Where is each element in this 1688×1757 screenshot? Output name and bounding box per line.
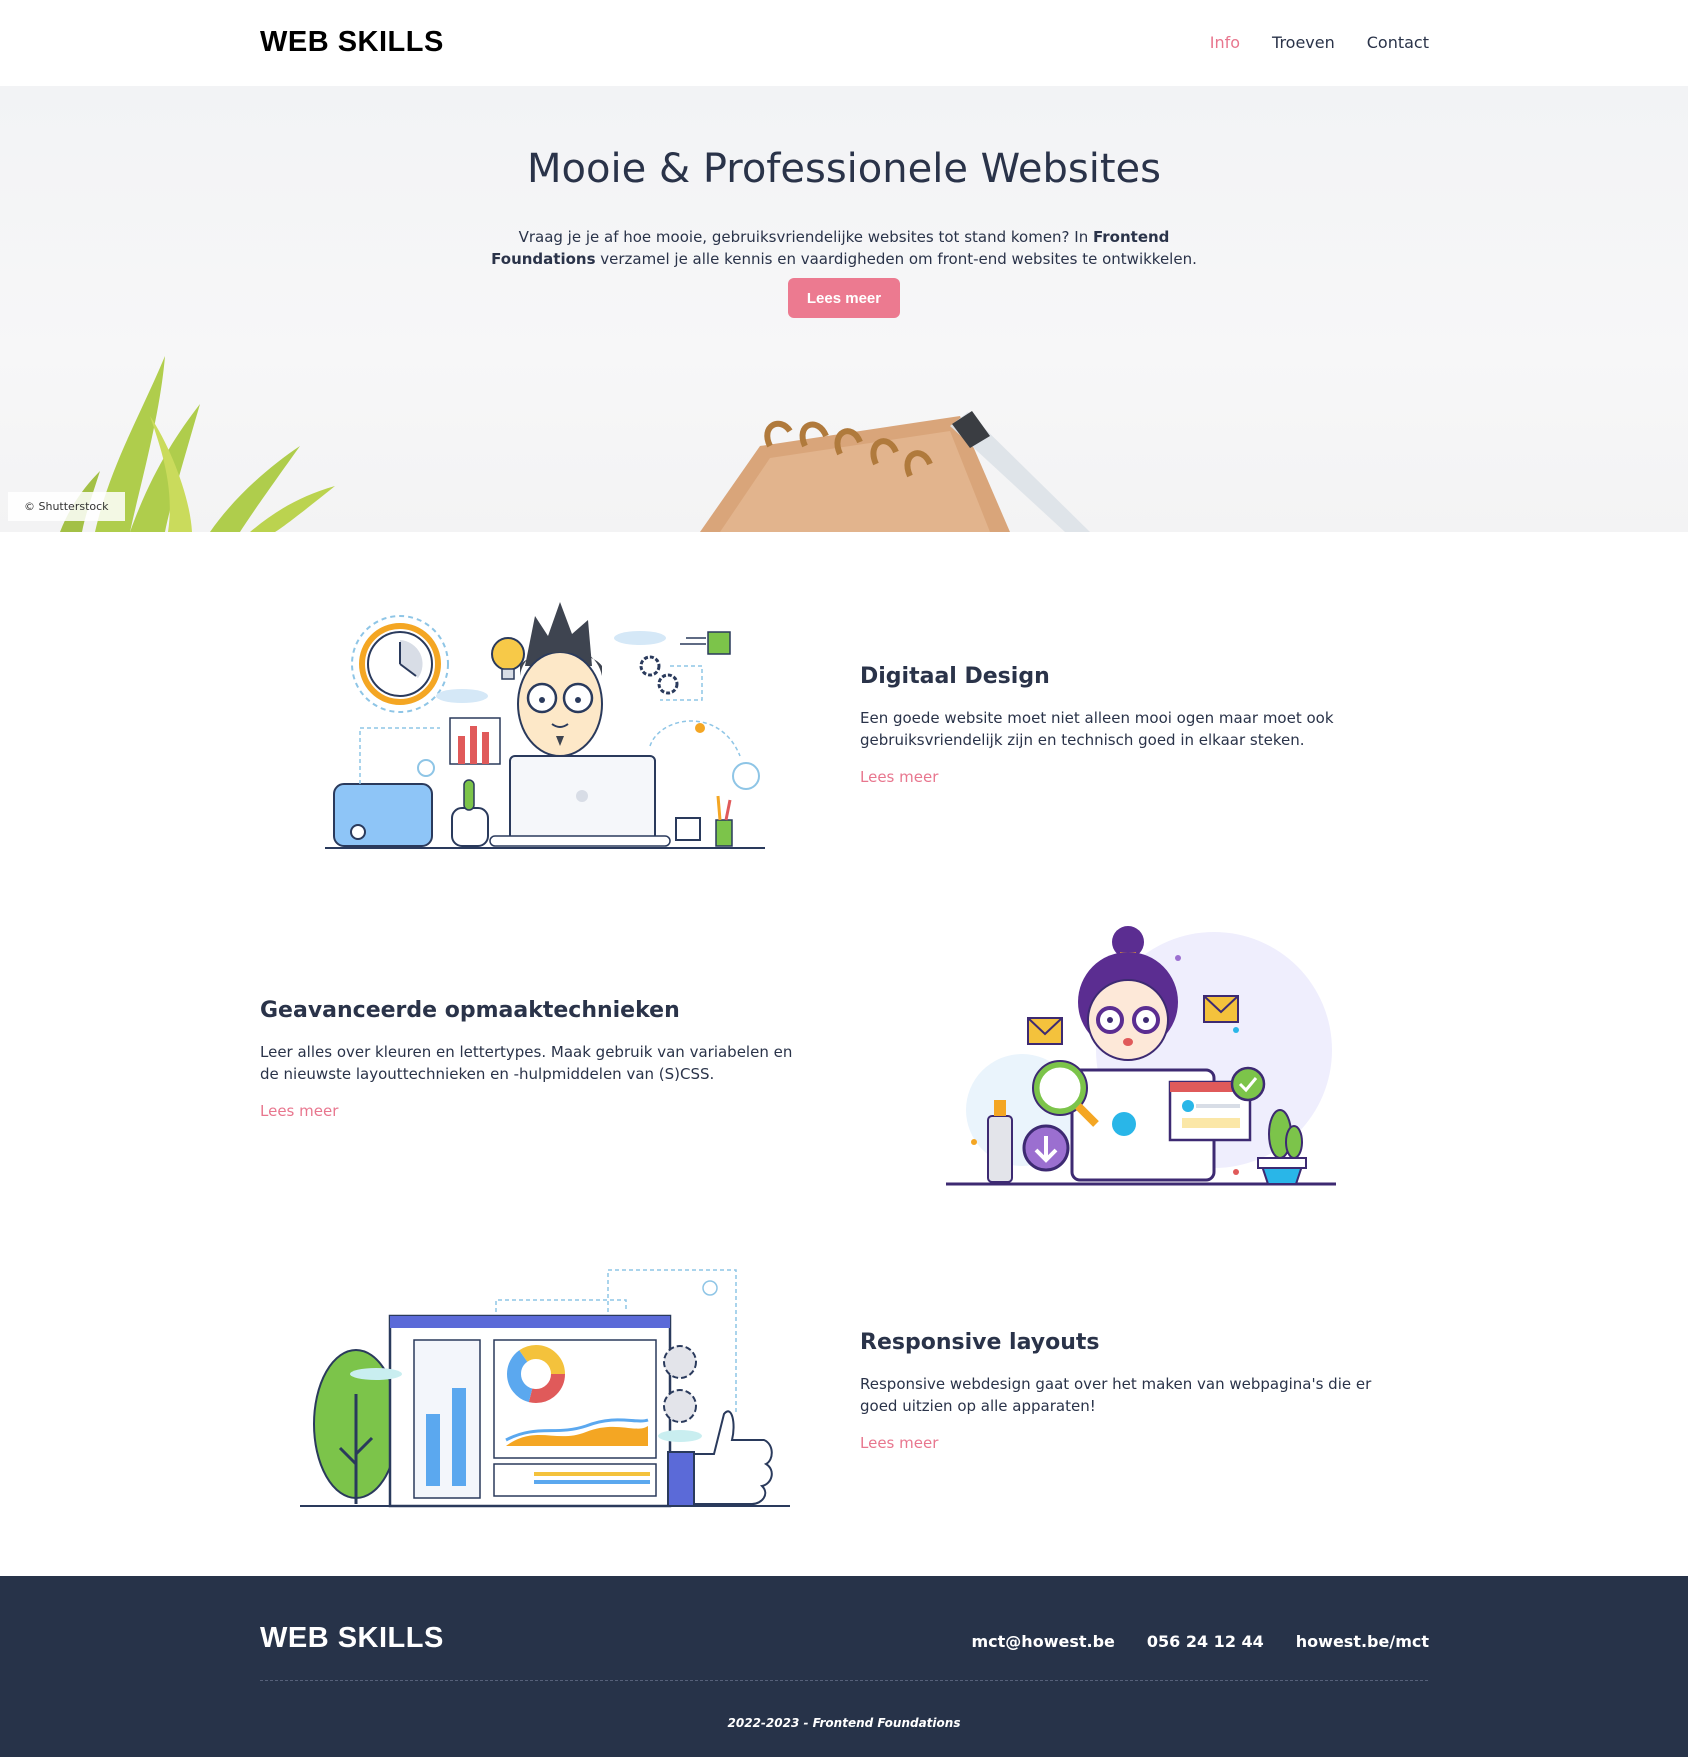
man-at-laptop-illustration — [325, 602, 765, 849]
footer-phone-link[interactable]: 056 24 12 44 — [1147, 1632, 1264, 1651]
feature-responsive-layouts: Responsive layouts Responsive webdesign … — [0, 1230, 1688, 1530]
feature-digitaal-design: Digitaal Design Een goede website moet n… — [0, 560, 1688, 860]
footer-email-link[interactable]: mct@howest.be — [972, 1632, 1115, 1651]
feature-read-more-link[interactable]: Lees meer — [860, 768, 938, 786]
site-header: WEB SKILLS Info Troeven Contact — [0, 0, 1688, 86]
hero-intro-text-1: Vraag je je af hoe mooie, gebruiksvriend… — [518, 228, 1093, 246]
feature-read-more-link[interactable]: Lees meer — [860, 1434, 938, 1452]
feature-text: Een goede website moet niet alleen mooi … — [860, 709, 1334, 749]
site-footer: WEB SKILLS mct@howest.be 056 24 12 44 ho… — [0, 1576, 1688, 1757]
feature-title: Responsive layouts — [860, 1330, 1100, 1355]
dashboard-thumbs-up-illustration — [300, 1269, 790, 1508]
woman-at-laptop-illustration — [946, 926, 1336, 1186]
nav-item-troeven[interactable]: Troeven — [1272, 33, 1335, 52]
hero-title: Mooie & Professionele Websites — [527, 146, 1161, 192]
footer-logo[interactable]: WEB SKILLS — [260, 1622, 444, 1655]
feature-copy: Geavanceerde opmaaktechnieken Leer alles… — [260, 998, 800, 1120]
hero-cta-button[interactable]: Lees meer — [788, 278, 900, 318]
footer-website-link[interactable]: howest.be/mct — [1296, 1632, 1429, 1651]
photo-credit: © Shutterstock — [8, 492, 125, 521]
nav-item-contact[interactable]: Contact — [1367, 33, 1429, 52]
feature-copy: Digitaal Design Een goede website moet n… — [860, 664, 1400, 786]
footer-copyright: 2022-2023 - Frontend Foundations — [727, 1716, 961, 1730]
feature-copy: Responsive layouts Responsive webdesign … — [860, 1330, 1400, 1452]
feature-title: Geavanceerde opmaaktechnieken — [260, 998, 680, 1023]
feature-title: Digitaal Design — [860, 664, 1050, 689]
footer-contacts: mct@howest.be 056 24 12 44 howest.be/mct — [972, 1632, 1430, 1651]
feature-text: Leer alles over kleuren en lettertypes. … — [260, 1043, 793, 1083]
footer-divider — [260, 1680, 1428, 1681]
feature-text: Responsive webdesign gaat over het maken… — [860, 1375, 1372, 1415]
site-logo[interactable]: WEB SKILLS — [260, 26, 444, 59]
hero-intro-text-2: verzamel je alle kennis en vaardigheden … — [595, 250, 1197, 268]
feature-read-more-link[interactable]: Lees meer — [260, 1102, 338, 1120]
hero-intro: Vraag je je af hoe mooie, gebruiksvriend… — [464, 226, 1224, 270]
feature-opmaaktechnieken: Geavanceerde opmaaktechnieken Leer alles… — [0, 900, 1688, 1200]
main-nav: Info Troeven Contact — [1210, 33, 1429, 52]
hero-section: Mooie & Professionele Websites Vraag je … — [0, 86, 1688, 532]
nav-item-info[interactable]: Info — [1210, 33, 1240, 52]
